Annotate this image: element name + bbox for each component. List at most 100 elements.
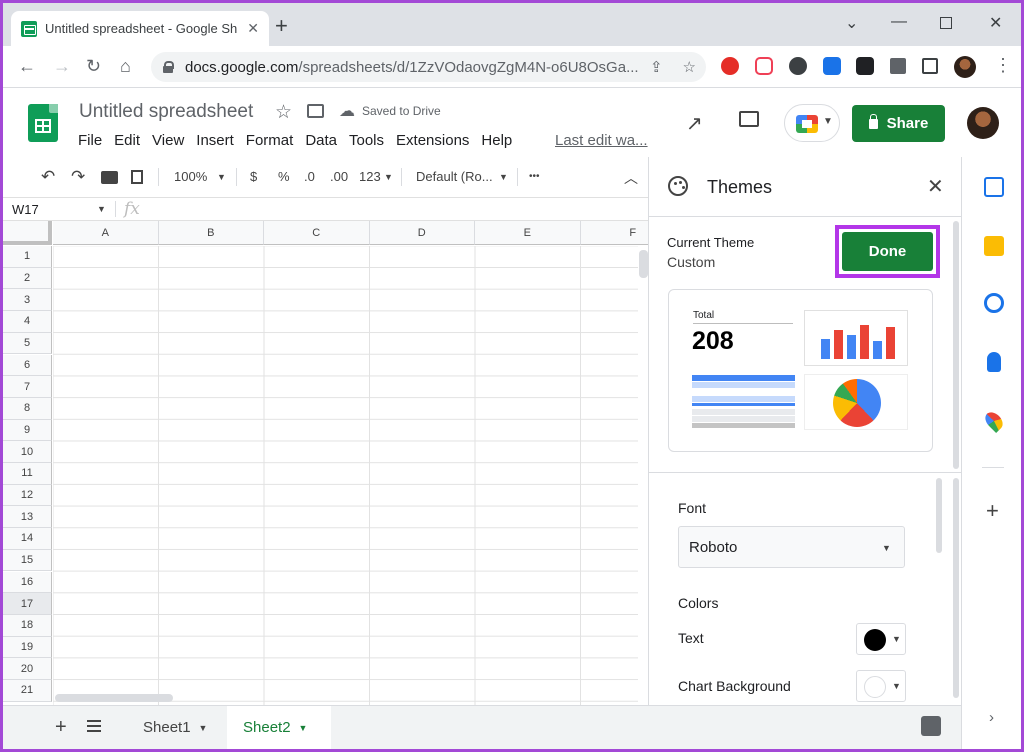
send-extension-icon[interactable] [856, 57, 874, 75]
paint-format-icon[interactable] [131, 170, 143, 184]
chevron-down-icon[interactable]: ▼ [199, 723, 208, 733]
comment-history-icon[interactable] [739, 111, 759, 127]
reload-icon[interactable]: ↻ [86, 56, 101, 76]
all-sheets-menu-icon[interactable] [87, 720, 101, 732]
activity-dashboard-icon[interactable]: ↗ [686, 111, 703, 136]
name-box-caret-icon[interactable]: ▼ [97, 204, 106, 214]
name-box[interactable]: W17 [12, 202, 39, 217]
vertical-scrollbar[interactable] [639, 250, 648, 278]
row-header[interactable]: 16 [3, 571, 52, 594]
more-formats-button[interactable]: 123 [359, 169, 381, 184]
row-header[interactable]: 21 [3, 680, 52, 702]
chart-background-color-picker[interactable]: ▼ [856, 670, 906, 702]
row-header[interactable]: 19 [3, 636, 52, 659]
column-header[interactable]: A [53, 221, 159, 245]
pocket-extension-icon[interactable] [755, 57, 773, 75]
row-header[interactable]: 6 [3, 354, 52, 377]
column-header[interactable]: B [158, 221, 264, 245]
menu-tools[interactable]: Tools [349, 132, 384, 149]
new-tab-button[interactable]: + [275, 15, 288, 37]
close-icon[interactable]: ✕ [927, 174, 944, 199]
row-header[interactable]: 5 [3, 332, 52, 355]
account-avatar[interactable] [967, 107, 999, 139]
theme-font-select[interactable]: Roboto ▼ [678, 526, 905, 568]
increase-decimal-button[interactable]: .00 [330, 169, 348, 184]
menu-extensions[interactable]: Extensions [396, 132, 469, 149]
select-all-corner[interactable] [3, 221, 52, 245]
menu-edit[interactable]: Edit [114, 132, 140, 149]
browser-tab[interactable]: Untitled spreadsheet - Google Sh ✕ [11, 11, 269, 46]
collapse-toolbar-icon[interactable]: ︿ [624, 168, 638, 188]
share-button[interactable]: Share [852, 105, 945, 142]
spreadsheet-grid[interactable]: ABCDEF 1 2 3 4 5 6 7 8 9 10 11 12 13 14 15 16 17 18 19 20 21 [3, 221, 648, 705]
more-tools-button[interactable]: ••• [529, 171, 540, 182]
menu-format[interactable]: Format [246, 132, 294, 149]
move-folder-icon[interactable] [307, 104, 324, 118]
row-header[interactable]: 14 [3, 528, 52, 550]
star-icon[interactable]: ☆ [275, 101, 292, 124]
column-header[interactable]: E [475, 221, 581, 245]
home-icon[interactable]: ⌂ [120, 56, 131, 76]
row-header[interactable]: 1 [3, 246, 52, 268]
sheet-tab-sheet2[interactable]: Sheet2 ▼ [227, 706, 331, 749]
panel-scrollbar[interactable] [953, 478, 959, 698]
tab-close-icon[interactable]: ✕ [247, 20, 259, 37]
menu-insert[interactable]: Insert [196, 132, 234, 149]
close-window-icon[interactable]: ✕ [989, 13, 1002, 33]
row-header[interactable]: 2 [3, 267, 52, 290]
row-header[interactable]: 4 [3, 311, 52, 333]
tab-search-icon[interactable]: ⌄ [845, 13, 858, 33]
menu-file[interactable]: File [78, 132, 102, 149]
calendar-icon[interactable] [984, 177, 1004, 197]
last-edit-link[interactable]: Last edit wa... [555, 132, 648, 149]
undo-icon[interactable]: ↶ [41, 167, 55, 187]
chevron-down-icon[interactable]: ▼ [299, 723, 308, 733]
row-header[interactable]: 11 [3, 463, 52, 485]
row-header[interactable]: 20 [3, 658, 52, 680]
cell-area[interactable] [53, 246, 638, 705]
decrease-decimal-button[interactable]: .0 [304, 169, 315, 184]
share-page-icon[interactable]: ⇪ [650, 58, 663, 76]
contacts-icon[interactable] [987, 352, 1001, 372]
print-icon[interactable] [101, 171, 118, 184]
currency-format-button[interactable]: $ [250, 169, 257, 184]
sheet-tab-sheet1[interactable]: Sheet1 ▼ [127, 706, 227, 749]
percent-format-button[interactable]: % [278, 169, 290, 184]
address-bar[interactable]: docs.google.com/spreadsheets/d/1ZzVOdaov… [151, 52, 706, 82]
expand-side-panel-icon[interactable]: › [989, 709, 994, 726]
row-header[interactable]: 10 [3, 441, 52, 463]
side-panel-icon[interactable] [922, 58, 938, 74]
row-header[interactable]: 17 [3, 593, 52, 615]
done-button[interactable]: Done [842, 232, 933, 271]
maps-icon[interactable] [981, 408, 1007, 434]
explore-icon[interactable] [921, 716, 941, 736]
tasks-icon[interactable] [984, 293, 1004, 313]
extensions-puzzle-icon[interactable] [890, 58, 906, 74]
meet-button[interactable]: ▼ [784, 104, 840, 142]
menu-data[interactable]: Data [305, 132, 337, 149]
screenshot-extension-icon[interactable] [823, 57, 841, 75]
incognito-extension-icon[interactable] [789, 57, 807, 75]
row-header[interactable]: 7 [3, 376, 52, 398]
chrome-menu-icon[interactable]: ⋮ [994, 55, 1012, 75]
add-sheet-button[interactable]: + [55, 716, 67, 739]
menu-view[interactable]: View [152, 132, 184, 149]
panel-scrollbar-top[interactable] [953, 221, 959, 469]
text-color-picker[interactable]: ▼ [856, 623, 906, 655]
minimize-icon[interactable]: — [891, 13, 907, 31]
row-header[interactable]: 8 [3, 397, 52, 420]
keep-icon[interactable] [984, 236, 1004, 256]
theme-options-scrollbar[interactable] [936, 478, 942, 553]
zoom-select[interactable]: 100% [174, 169, 207, 184]
row-header[interactable]: 18 [3, 614, 52, 637]
back-icon[interactable]: ← [18, 56, 36, 76]
profile-avatar[interactable] [954, 56, 976, 78]
horizontal-scrollbar[interactable] [55, 694, 173, 702]
forward-icon[interactable]: → [53, 56, 71, 76]
row-header[interactable]: 3 [3, 289, 52, 312]
row-header[interactable]: 9 [3, 419, 52, 442]
redo-icon[interactable]: ↷ [71, 167, 85, 187]
column-header[interactable]: D [369, 221, 475, 245]
document-title[interactable]: Untitled spreadsheet [79, 101, 253, 123]
sheets-logo-icon[interactable] [28, 104, 58, 142]
